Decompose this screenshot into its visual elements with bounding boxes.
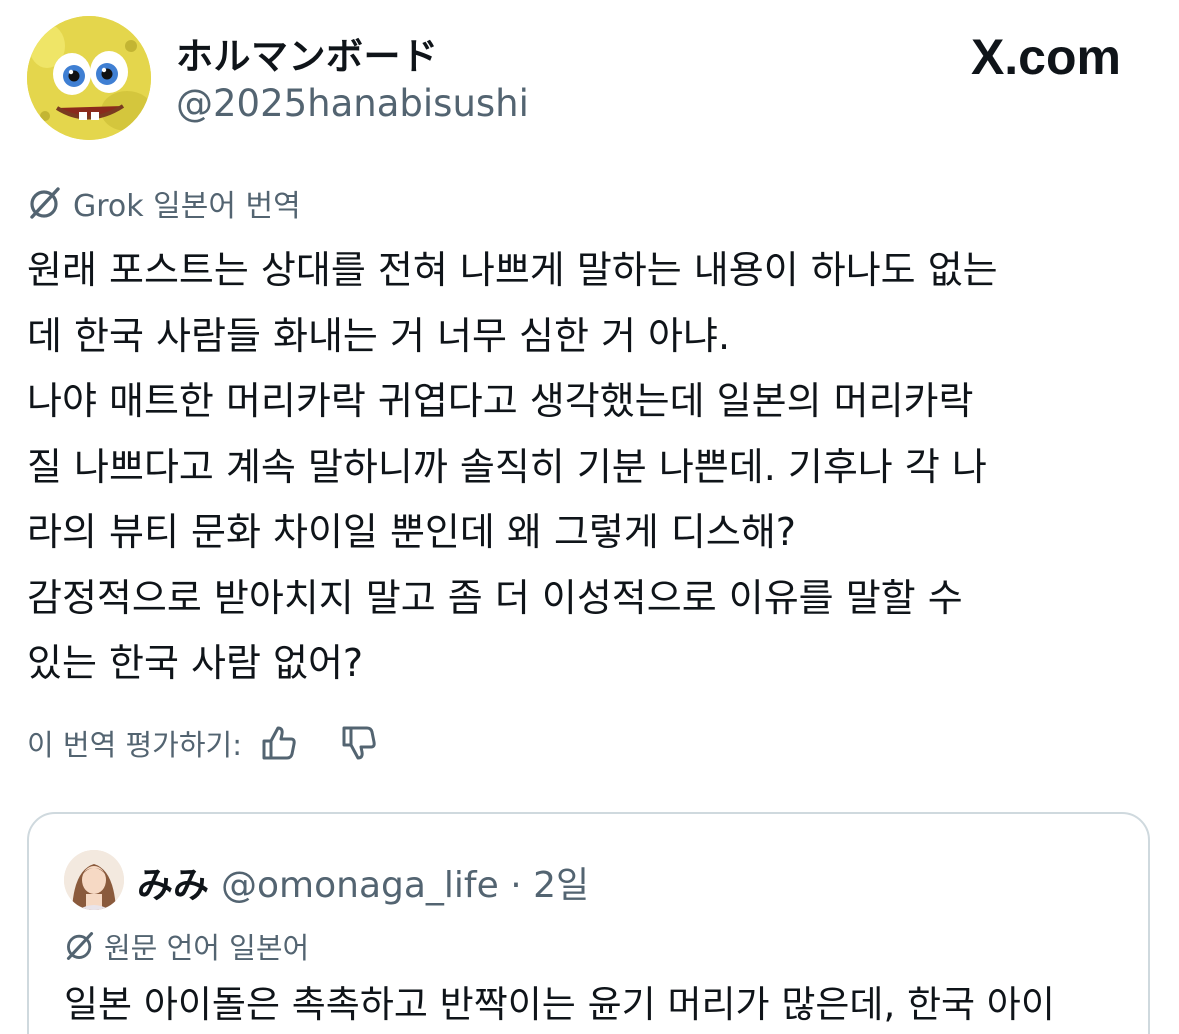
quoted-meta: みみ @omonaga_life · 2일 [137, 856, 589, 908]
x-com-logo: X.com [970, 29, 1121, 85]
translation-label-text: Grok 일본어 번역 [73, 189, 301, 224]
quoted-timestamp[interactable]: 2일 [533, 865, 589, 906]
quoted-avatar-icon [64, 850, 124, 910]
thumbs-down-button[interactable] [338, 722, 380, 764]
author-display-name[interactable]: ホルマンボード [176, 26, 439, 80]
translation-label: Grok 일본어 번역 [27, 183, 301, 224]
quoted-handle[interactable]: @omonaga_life [221, 865, 499, 906]
quoted-author-avatar[interactable] [64, 850, 124, 910]
thumbs-up-icon [262, 726, 296, 760]
quoted-post-text: 일본 아이돌은 촉촉하고 반짝이는 윤기 머리가 많은데, 한국 아이 [64, 983, 1055, 1026]
post-screenshot: ホルマンボード @2025hanabisushi X.com Grok 일본어 … [0, 0, 1179, 1034]
author-avatar[interactable] [27, 16, 151, 140]
post-text: 원래 포스트는 상대를 전혀 나쁘게 말하는 내용이 하나도 없는 데 한국 사… [27, 248, 998, 685]
grok-icon [30, 187, 60, 219]
rating-label: 이 번역 평가하기: [27, 728, 242, 762]
quoted-language-text: 원문 언어 일본어 [104, 931, 310, 965]
translation-rating: 이 번역 평가하기: [27, 720, 380, 766]
grok-icon [66, 932, 94, 960]
thumbs-up-button[interactable] [258, 722, 300, 764]
quoted-display-name[interactable]: みみ [137, 865, 209, 906]
spongebob-avatar-icon [27, 16, 151, 140]
thumbs-down-icon [342, 726, 376, 760]
quoted-language-label: 원문 언어 일본어 [64, 926, 309, 966]
author-handle[interactable]: @2025hanabisushi [176, 82, 529, 125]
quoted-post-card[interactable]: みみ @omonaga_life · 2일 원문 언어 일본어 일본 아이돌은 촉… [27, 812, 1150, 1034]
quoted-separator: · [498, 865, 534, 906]
